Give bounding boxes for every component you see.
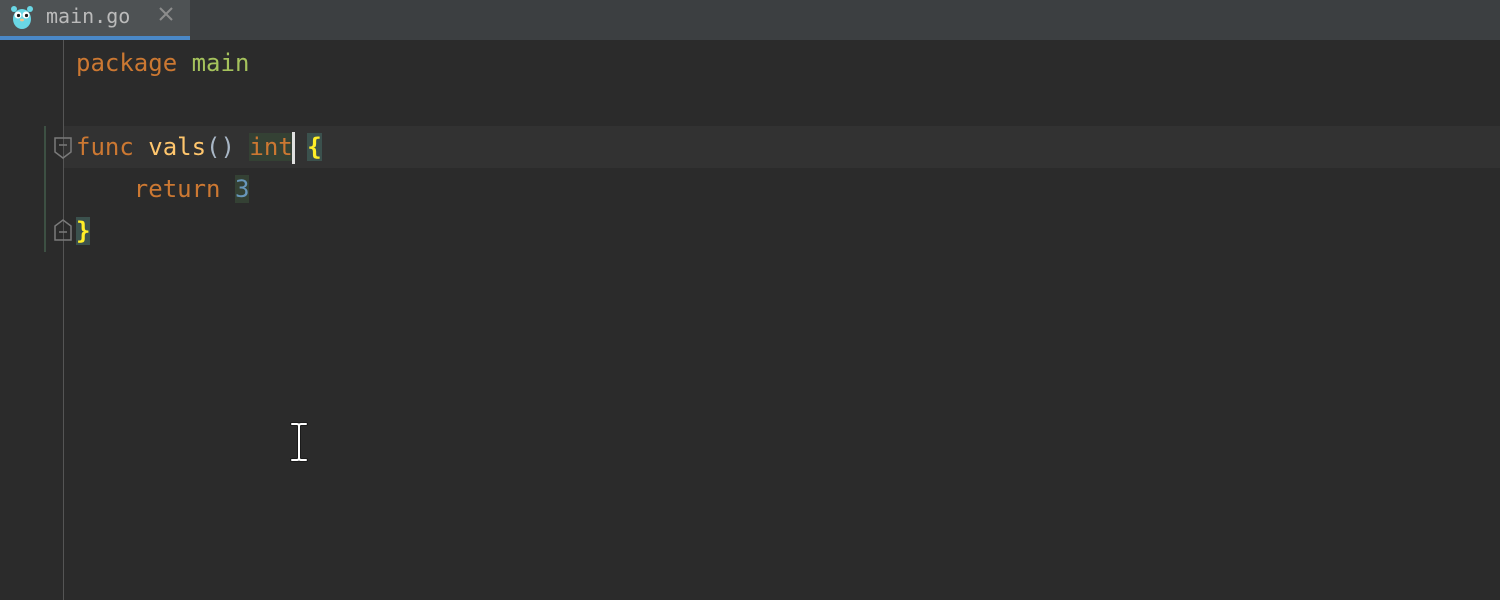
code-line-3: func vals() int { — [76, 126, 322, 168]
gopher-icon — [11, 6, 33, 29]
text-caret — [291, 132, 295, 164]
close-brace: } — [76, 217, 91, 245]
function-parens: () — [206, 133, 235, 161]
code-line-4: return 3 — [76, 168, 250, 210]
return-type: int — [249, 133, 293, 161]
keyword-return: return — [133, 175, 221, 203]
fold-collapse-icon[interactable] — [53, 136, 73, 160]
keyword-package: package — [76, 49, 178, 77]
code-line-1: package main — [76, 42, 249, 84]
open-brace: { — [307, 133, 322, 161]
gutter-divider — [63, 40, 64, 600]
fold-end-icon[interactable] — [53, 218, 73, 242]
return-value: 3 — [234, 175, 250, 203]
keyword-func: func — [76, 133, 134, 161]
ibeam-cursor-icon — [290, 422, 308, 462]
tab-main-go[interactable]: main.go — [0, 0, 190, 40]
close-icon[interactable] — [156, 4, 176, 24]
code-line-5: } — [76, 210, 91, 252]
function-name: vals — [148, 133, 207, 161]
scope-indicator — [44, 126, 46, 252]
tab-filename: main.go — [46, 4, 131, 28]
package-name: main — [191, 49, 250, 77]
code-editor[interactable]: package main func vals() int { return 3 … — [0, 40, 1500, 600]
editor-tab-bar: main.go — [0, 0, 1500, 40]
